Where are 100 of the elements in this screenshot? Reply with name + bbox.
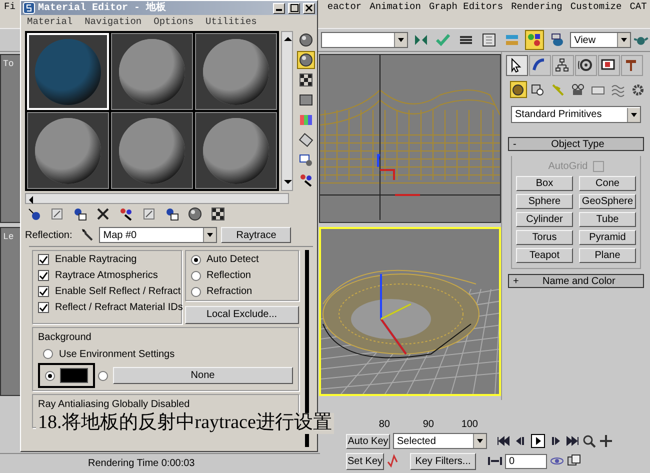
timeline-tick-label: 100 — [460, 418, 478, 432]
menu-item[interactable]: eactor — [323, 0, 366, 15]
map-type-button[interactable]: Raytrace — [221, 227, 292, 243]
option-checkbox[interactable] — [38, 270, 49, 281]
primitive-button[interactable]: Pyramid — [579, 230, 636, 245]
menu-item[interactable]: Graph Editors — [424, 0, 508, 15]
material-name-dropdown[interactable]: Map #0 — [99, 227, 218, 243]
sphere-icon — [511, 82, 526, 96]
key-mode-dropdown[interactable]: Selected — [393, 433, 487, 449]
option-checkbox[interactable] — [38, 302, 49, 313]
panel-tab[interactable] — [506, 55, 528, 76]
wheel-icon — [578, 58, 594, 74]
selection-set-dropdown[interactable] — [321, 32, 408, 48]
category-button[interactable] — [570, 81, 586, 98]
minimize-button[interactable] — [273, 2, 285, 14]
category-dropdown[interactable]: Standard Primitives — [511, 106, 641, 123]
close-button[interactable] — [303, 2, 315, 14]
side-tool-button[interactable] — [297, 31, 315, 49]
option-label[interactable]: Reflect / Refract Material IDs — [55, 300, 183, 315]
detect-radio[interactable] — [190, 254, 200, 264]
primitive-button[interactable]: Cylinder — [516, 212, 573, 227]
key-filters-button[interactable]: Key Filters... — [410, 452, 476, 470]
menu-item[interactable]: Fi — [0, 0, 20, 15]
local-exclude-button[interactable]: Local Exclude... — [184, 306, 299, 324]
auto-key-button[interactable]: Auto Key — [346, 434, 390, 448]
background-radio[interactable] — [98, 370, 108, 380]
rollout-header[interactable]: - Object Type — [508, 137, 644, 151]
primitive-button[interactable]: Tube — [579, 212, 636, 227]
side-tool-button[interactable] — [297, 71, 315, 89]
option-label[interactable]: Enable Raytracing — [55, 252, 137, 267]
frame-field[interactable]: 0 — [505, 454, 547, 468]
timeline-tick-label: 90 — [422, 418, 434, 432]
waves-icon — [610, 82, 625, 96]
menu-item[interactable]: Rendering — [507, 0, 566, 15]
checker-icon — [299, 73, 313, 87]
primitive-button[interactable]: Torus — [516, 230, 573, 245]
primitive-button[interactable]: Box — [516, 176, 573, 191]
rollout-toggle[interactable]: + — [513, 274, 519, 288]
go-to-start-icon — [497, 434, 511, 448]
minimize-icon — [276, 8, 282, 10]
group-title: Ray Antialiasing Globally Disabled — [38, 398, 191, 412]
tick-icon — [39, 302, 48, 312]
color-swatch[interactable] — [60, 368, 88, 383]
primitive-button[interactable]: Plane — [579, 248, 636, 263]
menu-item[interactable]: Customize — [566, 0, 626, 15]
side-tool-button[interactable] — [297, 51, 315, 69]
viewport-label[interactable]: Le — [1, 228, 16, 248]
primitive-button[interactable]: GeoSphere — [579, 194, 636, 209]
rollout-title[interactable]: Object Type — [516, 136, 639, 152]
panel-icon — [482, 33, 496, 47]
status-text: Rendering Time 0:00:03 — [88, 457, 195, 471]
menu-item[interactable]: Utilities — [200, 14, 263, 30]
panel-tab[interactable] — [575, 55, 597, 76]
background-map-button[interactable]: None — [112, 367, 293, 384]
background-radio[interactable] — [43, 349, 53, 359]
primitive-button[interactable]: Teapot — [516, 248, 573, 263]
detect-radio[interactable] — [190, 286, 200, 296]
primitive-button[interactable]: Cone — [579, 176, 636, 191]
hierarchy-icon — [555, 58, 571, 74]
tutorial-caption: 18.将地板的反射中raytrace进行设置 — [36, 413, 334, 434]
camera-icon — [571, 82, 586, 96]
option-label[interactable]: Raytrace Atmospherics — [55, 268, 158, 283]
option-label[interactable]: Enable Self Reflect / Refract — [55, 284, 181, 299]
option-checkbox[interactable] — [38, 254, 49, 265]
panel-tab[interactable] — [552, 55, 574, 76]
layers-icon — [459, 33, 474, 47]
panel-tab[interactable] — [598, 55, 620, 76]
check-icon — [436, 33, 450, 47]
radio-label[interactable]: Auto Detect — [206, 252, 259, 267]
close-icon — [304, 3, 314, 13]
pan-icon — [599, 434, 613, 448]
viewport-label[interactable]: To — [1, 55, 16, 74]
category-button[interactable] — [510, 81, 527, 98]
rollout-toggle[interactable]: - — [513, 136, 516, 152]
tick-icon — [39, 270, 48, 280]
rollout-header[interactable]: + Name and Color — [508, 274, 644, 288]
rollout-title[interactable]: Name and Color — [518, 274, 639, 288]
square-icon — [299, 93, 313, 107]
toolbar-button[interactable] — [524, 30, 544, 50]
detect-radio[interactable] — [190, 270, 200, 280]
eyedropper-icon — [81, 228, 96, 242]
zoom-icon — [582, 434, 596, 448]
checker-icon — [211, 207, 227, 223]
background-radio[interactable] — [45, 370, 55, 380]
render-view-dropdown[interactable]: View — [570, 32, 632, 48]
radio-label[interactable]: Reflection — [206, 268, 251, 283]
radio-label[interactable]: Refraction — [206, 284, 252, 299]
reflection-label: Reflection: — [25, 228, 72, 242]
menu-item[interactable]: Navigation — [78, 14, 148, 30]
menu-item[interactable]: Material — [21, 14, 79, 30]
primitive-button[interactable]: Sphere — [516, 194, 573, 209]
menu-item[interactable]: CAT — [626, 0, 650, 15]
set-key-button[interactable]: Set Key — [346, 452, 384, 470]
option-checkbox[interactable] — [38, 286, 49, 297]
maximize-button[interactable] — [288, 2, 300, 14]
menu-item[interactable]: Options — [148, 14, 200, 30]
horizontal-scrollbar[interactable] — [25, 193, 289, 204]
light-icon — [551, 82, 566, 96]
menu-item[interactable]: Animation — [366, 0, 425, 15]
radio-label[interactable]: Use Environment Settings — [59, 346, 175, 362]
